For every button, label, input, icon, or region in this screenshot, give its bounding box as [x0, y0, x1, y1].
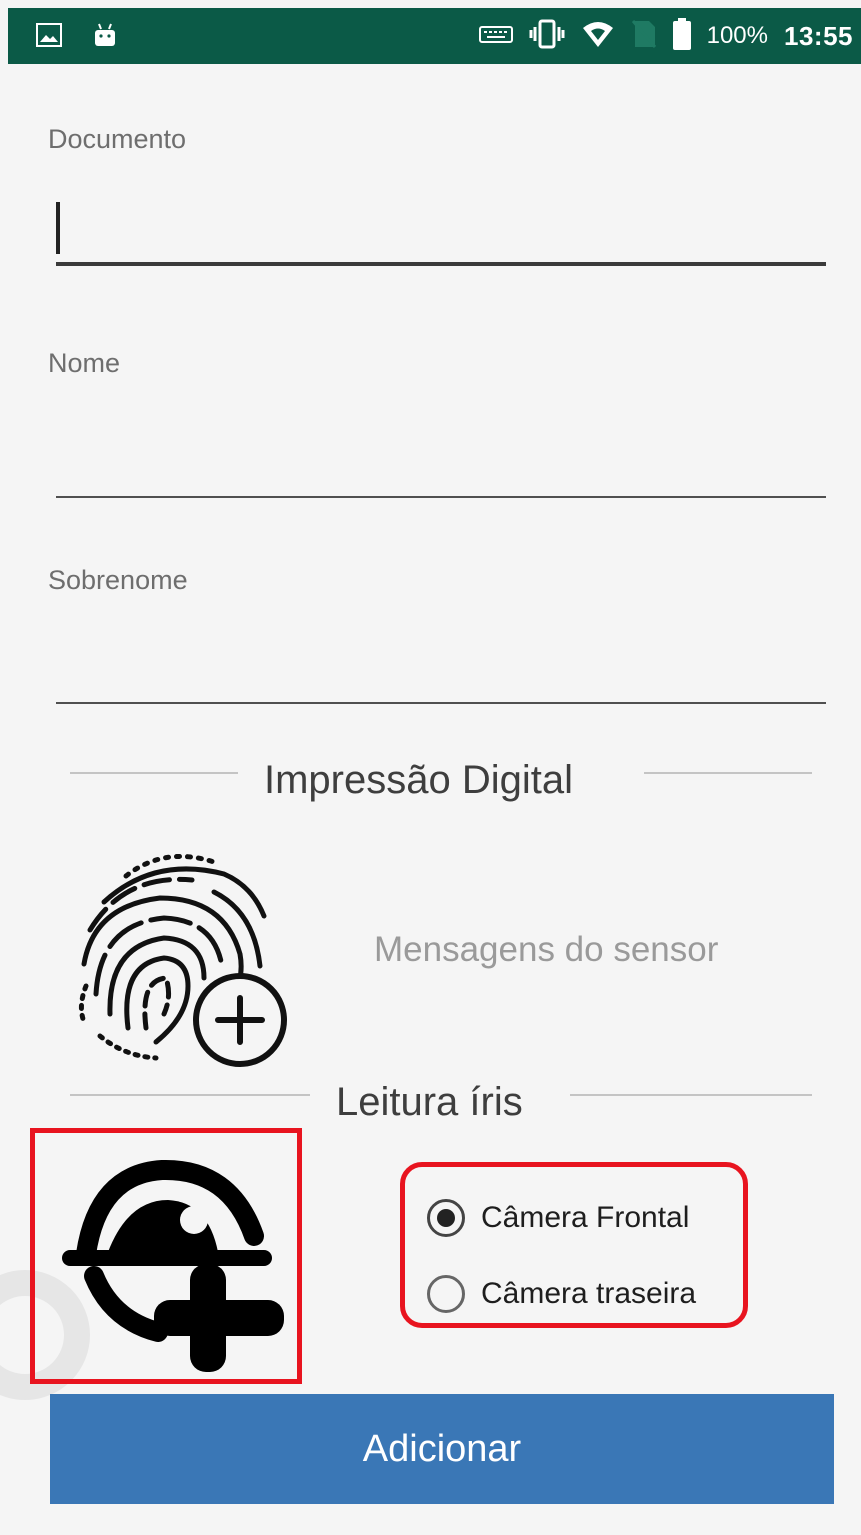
- radio-camera-frontal[interactable]: Câmera Frontal: [427, 1199, 689, 1237]
- radio-camera-traseira[interactable]: Câmera traseira: [427, 1275, 696, 1313]
- add-button[interactable]: Adicionar: [50, 1394, 834, 1504]
- fingerprint-section-title: Impressão Digital: [264, 758, 574, 802]
- documento-label: Documento: [48, 124, 187, 154]
- radio-checked-icon: [427, 1199, 465, 1237]
- image-icon: [36, 23, 62, 52]
- clock: 13:55: [784, 20, 853, 51]
- divider-left: [70, 772, 238, 774]
- iris-section-title: Leitura íris: [336, 1080, 523, 1124]
- nome-underline: [56, 496, 826, 498]
- no-sim-icon: [631, 19, 657, 54]
- iris-divider-left: [70, 1094, 310, 1096]
- sobrenome-underline: [56, 702, 826, 704]
- documento-underline: [56, 262, 826, 266]
- documento-field[interactable]: [56, 190, 826, 268]
- fingerprint-add-icon[interactable]: [64, 846, 294, 1075]
- android-icon: [92, 22, 118, 53]
- battery-icon: [672, 17, 691, 55]
- radio-label-traseira: Câmera traseira: [481, 1277, 697, 1310]
- wifi-icon: [581, 19, 615, 54]
- battery-percent: 100%: [706, 22, 768, 49]
- text-cursor: [56, 202, 60, 254]
- sobrenome-label: Sobrenome: [48, 565, 188, 595]
- status-bar: 100% 13:55: [8, 8, 861, 64]
- nome-label: Nome: [48, 348, 121, 378]
- iris-add-icon[interactable]: [58, 1156, 288, 1381]
- radio-label-frontal: Câmera Frontal: [481, 1201, 690, 1234]
- iris-divider-right: [570, 1094, 812, 1096]
- vibrate-icon: [529, 19, 565, 54]
- camera-radio-group: Câmera Frontal Câmera traseira: [400, 1162, 748, 1328]
- sobrenome-field[interactable]: [56, 626, 826, 704]
- sensor-message: Mensagens do sensor: [374, 930, 719, 969]
- divider-right: [644, 772, 812, 774]
- keyboard-icon: [478, 24, 513, 49]
- radio-unchecked-icon: [427, 1275, 465, 1313]
- nome-field[interactable]: [56, 420, 826, 498]
